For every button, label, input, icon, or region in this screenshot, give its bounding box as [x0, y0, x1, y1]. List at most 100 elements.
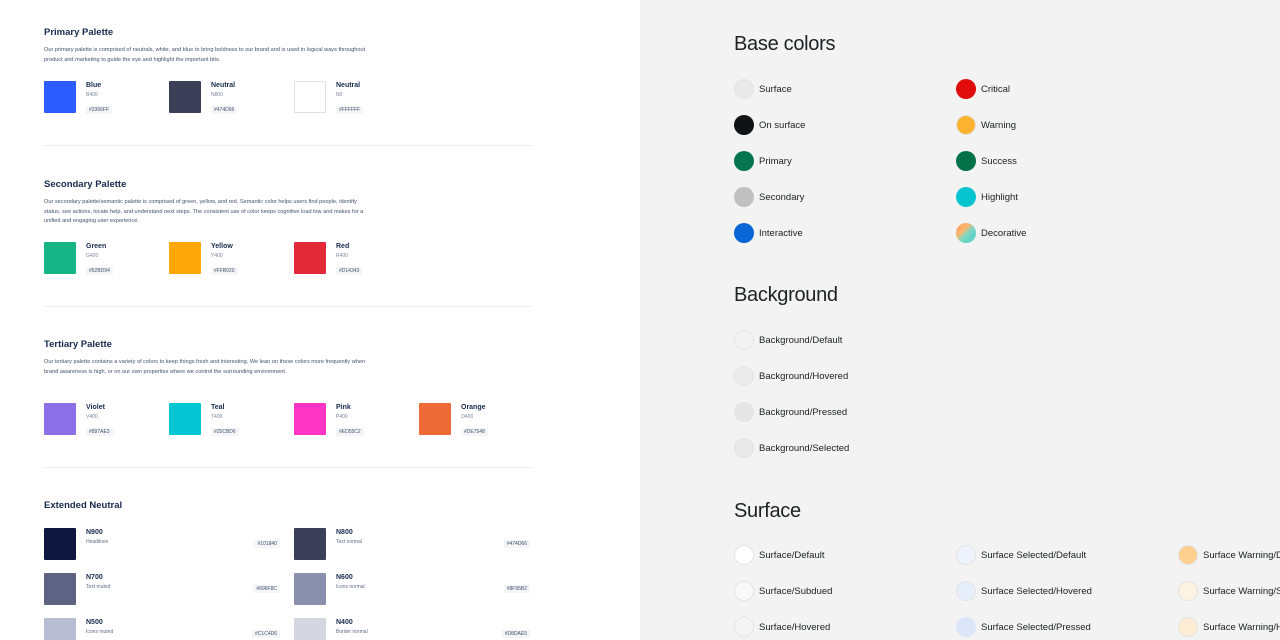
swatch-hex: #FFFFFF: [336, 106, 364, 114]
token-surface-selected-hovered[interactable]: Surface Selected/Hovered: [956, 581, 1092, 601]
token-on-surface[interactable]: On surface: [734, 115, 805, 135]
neutral-swatch[interactable]: N900 Headlines #101840: [44, 528, 280, 560]
neutral-swatch[interactable]: N500 Icons muted #C1C4D6: [44, 618, 280, 640]
token-label: Surface/Hovered: [759, 621, 831, 633]
token-surface-subdued[interactable]: Surface/Subdued: [734, 581, 832, 601]
swatch-row: Blue B400 #3366FF Neutral N800 #474D66 N…: [44, 81, 419, 116]
section-description: Our primary palette is comprised of neut…: [44, 47, 366, 63]
swatch[interactable]: Green G400 #52BD94: [44, 242, 169, 277]
token-label: Success: [981, 155, 1017, 167]
swatch[interactable]: Yellow Y400 #FFB020: [169, 242, 294, 277]
neutral-swatch[interactable]: N700 Text muted #696F8C: [44, 573, 280, 605]
token-label: Background/Selected: [759, 442, 850, 454]
swatch-hex: #474D66: [503, 540, 530, 548]
token-surface-selected-pressed[interactable]: Surface Selected/Pressed: [956, 617, 1091, 637]
color-dot: [1178, 617, 1198, 637]
color-dot: [956, 581, 976, 601]
token-label: Surface Warning/Default: [1203, 549, 1280, 561]
swatch-code: Y400: [211, 253, 223, 259]
swatch-code: T400: [211, 414, 223, 420]
color-dot: [956, 187, 976, 207]
section-divider: [44, 467, 532, 468]
swatch[interactable]: Neutral N0 #FFFFFF: [294, 81, 419, 116]
token-secondary[interactable]: Secondary: [734, 187, 804, 207]
primary-palette-section: Primary Palette Our primary palette is c…: [44, 27, 532, 114]
swatch-code: R400: [336, 253, 348, 259]
section-description: Our secondary palette/semantic palette i…: [44, 199, 364, 224]
token-label: Background/Pressed: [759, 406, 848, 418]
color-dot: [956, 79, 976, 99]
token-background-selected[interactable]: Background/Selected: [734, 438, 849, 458]
swatch-code: P400: [336, 414, 348, 420]
swatch[interactable]: Teal T400 #25CBD6: [169, 403, 294, 438]
swatch[interactable]: Pink P400 #ED55C2: [294, 403, 419, 438]
color-chip: [294, 618, 326, 640]
color-chip: [44, 81, 76, 113]
swatch-hex: #ED55C2: [336, 428, 364, 436]
swatch[interactable]: Neutral N800 #474D66: [169, 81, 294, 116]
token-label: Warning: [981, 119, 1017, 131]
token-background-pressed[interactable]: Background/Pressed: [734, 402, 847, 422]
token-surface-selected-default[interactable]: Surface Selected/Default: [956, 545, 1086, 565]
token-surface-default[interactable]: Surface/Default: [734, 545, 824, 565]
swatch-usage: Headlines: [86, 539, 109, 545]
token-label: Decorative: [981, 227, 1027, 239]
swatch-row: Green G400 #52BD94 Yellow Y400 #FFB020 R…: [44, 242, 419, 277]
color-dot: [734, 187, 754, 207]
color-tokens-panel: Base colors Surface Critical On surface …: [640, 0, 1280, 640]
neutral-swatch[interactable]: N600 Icons normal #8F95B2: [294, 573, 530, 605]
color-chip: [419, 403, 451, 435]
token-warning[interactable]: Warning: [956, 115, 1016, 135]
swatch-name: Orange: [461, 404, 486, 411]
token-highlight[interactable]: Highlight: [956, 187, 1018, 207]
swatch[interactable]: Red R400 #D14343: [294, 242, 419, 277]
swatch-usage: Icons muted: [86, 629, 114, 635]
swatch[interactable]: Blue B400 #3366FF: [44, 81, 169, 116]
swatch-code: N0: [336, 92, 343, 98]
token-surface-hovered[interactable]: Surface/Hovered: [734, 617, 830, 637]
token-surface[interactable]: Surface: [734, 79, 792, 99]
token-decorative[interactable]: Decorative: [956, 223, 1026, 243]
base-colors-heading: Base colors: [734, 33, 836, 55]
color-chip: [169, 81, 201, 113]
token-background-default[interactable]: Background/Default: [734, 330, 842, 350]
token-interactive[interactable]: Interactive: [734, 223, 803, 243]
token-critical[interactable]: Critical: [956, 79, 1010, 99]
token-surface-warning-hovered[interactable]: Surface Warning/Hovered: [1178, 617, 1280, 637]
token-label: Critical: [981, 83, 1011, 95]
token-surface-warning-subdued[interactable]: Surface Warning/Subdued: [1178, 581, 1280, 601]
swatch-code: B400: [86, 92, 98, 98]
color-dot: [1178, 545, 1198, 565]
swatch-hex: #D8DAE5: [501, 630, 530, 638]
swatch-usage: Icons normal: [336, 584, 365, 590]
token-primary[interactable]: Primary: [734, 151, 792, 171]
swatch-hex: #D14343: [336, 267, 363, 275]
token-surface-warning-default[interactable]: Surface Warning/Default: [1178, 545, 1280, 565]
color-chip: [44, 573, 76, 605]
section-title: Primary Palette: [44, 27, 114, 38]
color-chip: [44, 403, 76, 435]
swatch-code: V400: [86, 414, 98, 420]
swatch-name: Neutral: [211, 82, 236, 89]
token-success[interactable]: Success: [956, 151, 1017, 171]
color-dot: [734, 402, 754, 422]
tertiary-palette-section: Tertiary Palette Our tertiary palette co…: [44, 339, 532, 436]
swatch-name: N900: [86, 529, 103, 536]
swatch-name: N800: [336, 529, 353, 536]
swatch-row: Violet V400 #897AE3 Teal T400 #25CBD6 Pi…: [44, 403, 544, 438]
swatch-code: G400: [86, 253, 99, 259]
token-background-hovered[interactable]: Background/Hovered: [734, 366, 848, 386]
swatch[interactable]: Orange O400 #DE7548: [419, 403, 544, 438]
swatch-hex: #3366FF: [86, 106, 113, 114]
color-chip: [294, 242, 326, 274]
color-dot: [734, 151, 754, 171]
token-label: Surface Warning/Hovered: [1203, 621, 1280, 633]
neutral-swatch[interactable]: N800 Text normal #474D66: [294, 528, 530, 560]
color-chip: [169, 242, 201, 274]
swatch[interactable]: Violet V400 #897AE3: [44, 403, 169, 438]
swatch-name: Pink: [336, 404, 351, 411]
neutral-swatch[interactable]: N400 Border normal #D8DAE5: [294, 618, 530, 640]
token-label: Background/Hovered: [759, 370, 849, 382]
swatch-hex: #696F8C: [253, 585, 280, 593]
color-dot: [734, 115, 754, 135]
